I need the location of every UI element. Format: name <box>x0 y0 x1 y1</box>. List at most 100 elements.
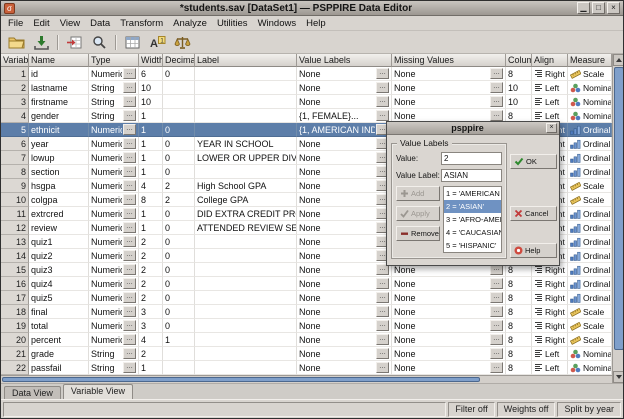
value-labels-list[interactable]: 1 = 'AMERICAN INDIAN'2 = 'ASIAN'3 = 'AFR… <box>443 186 502 253</box>
find-button[interactable] <box>87 32 112 52</box>
measure-cell[interactable]: Ordinal <box>568 277 612 291</box>
value-labels-cell[interactable]: None… <box>297 361 392 375</box>
width-cell[interactable]: 1 <box>139 207 163 221</box>
type-cell[interactable]: String… <box>89 361 139 375</box>
width-cell[interactable]: 2 <box>139 277 163 291</box>
columns-cell[interactable]: 8 <box>506 277 532 291</box>
minimize-button[interactable]: ▁ <box>577 2 590 14</box>
name-cell[interactable]: lastname <box>29 81 89 95</box>
width-cell[interactable]: 2 <box>139 235 163 249</box>
type-edit-button[interactable]: … <box>123 124 136 135</box>
columns-cell[interactable]: 8 <box>506 347 532 361</box>
column-header-label[interactable]: Label <box>195 54 297 67</box>
horizontal-scrollbar[interactable] <box>1 375 612 383</box>
row-number[interactable]: 19 <box>1 319 29 333</box>
column-header-value-labels[interactable]: Value Labels <box>297 54 392 67</box>
name-cell[interactable]: firstname <box>29 95 89 109</box>
column-header-align[interactable]: Align <box>532 54 568 67</box>
measure-cell[interactable]: Ordinal <box>568 207 612 221</box>
type-edit-button[interactable]: … <box>123 166 136 177</box>
measure-cell[interactable]: Scale <box>568 305 612 319</box>
row-number[interactable]: 8 <box>1 165 29 179</box>
missing-values-edit-button[interactable]: … <box>490 334 503 345</box>
label-cell[interactable] <box>195 305 297 319</box>
name-cell[interactable]: gender <box>29 109 89 123</box>
measure-cell[interactable]: Nominal <box>568 95 612 109</box>
name-cell[interactable]: quiz2 <box>29 249 89 263</box>
measure-cell[interactable]: Nominal <box>568 347 612 361</box>
missing-values-cell[interactable]: None… <box>392 319 506 333</box>
value-labels-edit-button[interactable]: … <box>376 334 389 345</box>
value-labels-cell[interactable]: None… <box>297 277 392 291</box>
label-cell[interactable]: College GPA <box>195 193 297 207</box>
type-cell[interactable]: Numeric… <box>89 249 139 263</box>
missing-values-edit-button[interactable]: … <box>490 278 503 289</box>
value-labels-cell[interactable]: None… <box>297 207 392 221</box>
width-cell[interactable]: 1 <box>139 151 163 165</box>
scroll-up-arrow-icon[interactable] <box>613 54 624 66</box>
value-labels-cell[interactable]: None… <box>297 221 392 235</box>
menu-view[interactable]: View <box>55 17 85 30</box>
name-cell[interactable]: quiz3 <box>29 263 89 277</box>
ok-button[interactable]: OK <box>510 154 557 169</box>
type-cell[interactable]: Numeric… <box>89 151 139 165</box>
label-cell[interactable] <box>195 361 297 375</box>
row-number[interactable]: 6 <box>1 137 29 151</box>
missing-values-cell[interactable]: None… <box>392 67 506 81</box>
type-edit-button[interactable]: … <box>123 152 136 163</box>
variables-button[interactable] <box>120 32 145 52</box>
row-number[interactable]: 18 <box>1 305 29 319</box>
value-labels-edit-button[interactable]: … <box>376 292 389 303</box>
missing-values-edit-button[interactable]: … <box>490 110 503 121</box>
width-cell[interactable]: 1 <box>139 137 163 151</box>
columns-cell[interactable]: 8 <box>506 333 532 347</box>
name-cell[interactable]: total <box>29 319 89 333</box>
decimals-cell[interactable]: 0 <box>163 151 195 165</box>
value-label-item[interactable]: 1 = 'AMERICAN INDIAN' <box>444 187 501 200</box>
columns-cell[interactable]: 8 <box>506 319 532 333</box>
type-edit-button[interactable]: … <box>123 96 136 107</box>
decimals-cell[interactable]: 0 <box>163 235 195 249</box>
name-cell[interactable]: review <box>29 221 89 235</box>
type-edit-button[interactable]: … <box>123 68 136 79</box>
type-edit-button[interactable]: … <box>123 194 136 205</box>
column-header-width[interactable]: Width <box>139 54 163 67</box>
weight-cases-button[interactable] <box>170 32 195 52</box>
decimals-cell[interactable]: 0 <box>163 305 195 319</box>
width-cell[interactable]: 10 <box>139 95 163 109</box>
tab-data-view[interactable]: Data View <box>4 386 61 399</box>
type-edit-button[interactable]: … <box>123 292 136 303</box>
row-number[interactable]: 9 <box>1 179 29 193</box>
value-labels-edit-button[interactable]: … <box>376 362 389 373</box>
align-cell[interactable]: Left <box>532 347 568 361</box>
measure-cell[interactable]: Scale <box>568 193 612 207</box>
type-edit-button[interactable]: … <box>123 82 136 93</box>
align-cell[interactable]: Left <box>532 95 568 109</box>
row-number[interactable]: 10 <box>1 193 29 207</box>
row-number[interactable]: 1 <box>1 67 29 81</box>
type-cell[interactable]: Numeric… <box>89 333 139 347</box>
row-number[interactable]: 20 <box>1 333 29 347</box>
row-number[interactable]: 12 <box>1 221 29 235</box>
columns-cell[interactable]: 8 <box>506 361 532 375</box>
value-labels-cell[interactable]: None… <box>297 137 392 151</box>
row-number[interactable]: 22 <box>1 361 29 375</box>
missing-values-cell[interactable]: None… <box>392 333 506 347</box>
missing-values-cell[interactable]: None… <box>392 361 506 375</box>
decimals-cell[interactable]: 0 <box>163 221 195 235</box>
value-labels-cell[interactable]: None… <box>297 319 392 333</box>
measure-cell[interactable]: Ordinal <box>568 151 612 165</box>
decimals-cell[interactable]: 0 <box>163 249 195 263</box>
columns-cell[interactable]: 8 <box>506 67 532 81</box>
width-cell[interactable]: 1 <box>139 109 163 123</box>
label-cell[interactable]: DID EXTRA CREDIT PROJECT <box>195 207 297 221</box>
value-labels-cell[interactable]: None… <box>297 235 392 249</box>
width-cell[interactable]: 1 <box>139 361 163 375</box>
decimals-cell[interactable]: 0 <box>163 123 195 137</box>
name-cell[interactable]: year <box>29 137 89 151</box>
name-cell[interactable]: extrcred <box>29 207 89 221</box>
menu-help[interactable]: Help <box>301 17 331 30</box>
decimals-cell[interactable] <box>163 361 195 375</box>
align-cell[interactable]: Left <box>532 81 568 95</box>
row-number[interactable]: 17 <box>1 291 29 305</box>
